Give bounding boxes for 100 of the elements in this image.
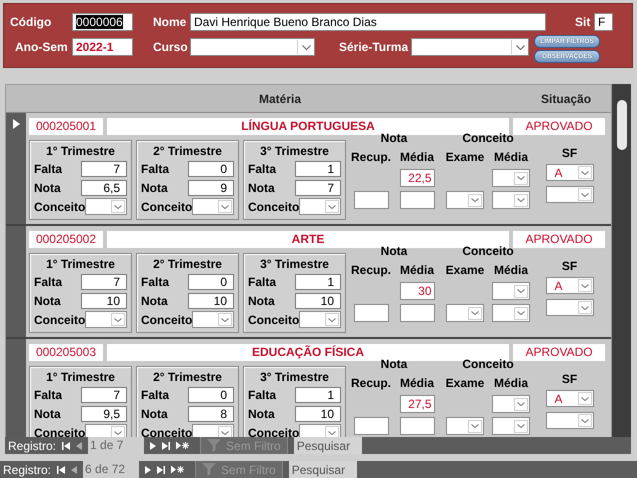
concept-dropdown[interactable] <box>299 311 341 328</box>
new-record-icon[interactable] <box>176 441 190 450</box>
chevron-down-icon <box>517 402 525 406</box>
panel-title: 3° Trimestre <box>259 369 330 385</box>
recovery-field[interactable] <box>354 304 388 322</box>
absences-field[interactable]: 0 <box>188 160 234 176</box>
panel-title: 1° Trimestre <box>45 256 116 272</box>
grade-field[interactable]: 6,5 <box>81 180 127 196</box>
search-field[interactable]: Pesquisar <box>288 461 357 478</box>
field-label: Nota <box>141 180 168 194</box>
concept-dropdown[interactable] <box>446 304 484 322</box>
field-label: Falta <box>34 162 62 176</box>
concept-dropdown[interactable] <box>85 198 127 215</box>
absences-field[interactable]: 1 <box>295 160 341 176</box>
absences-field[interactable]: 1 <box>295 274 341 290</box>
field-label: Média <box>400 262 434 278</box>
field-label: Conceito <box>34 312 86 326</box>
concept-dropdown[interactable] <box>299 424 341 438</box>
absences-field[interactable]: 7 <box>81 386 127 402</box>
grade-field[interactable]: 10 <box>295 406 341 422</box>
concept-dropdown[interactable] <box>492 304 530 322</box>
first-record-icon[interactable] <box>62 442 70 450</box>
final-grade-field[interactable] <box>400 304 434 322</box>
subject-code-field: 000205002 <box>29 231 103 248</box>
concept-dropdown[interactable] <box>492 282 530 300</box>
next-record-icon[interactable] <box>150 442 156 450</box>
field-label: Recup. <box>350 149 391 165</box>
absences-field[interactable]: 0 <box>188 274 234 290</box>
code-field[interactable]: 0000006 <box>72 13 133 31</box>
final-grade-field[interactable] <box>400 417 434 435</box>
term-field[interactable]: 2022-1 <box>72 38 133 56</box>
concept-dropdown[interactable] <box>85 424 127 438</box>
field-label: Nota <box>248 406 275 420</box>
final-status-dropdown[interactable] <box>546 186 594 203</box>
grade-field[interactable]: 9,5 <box>81 406 127 422</box>
filter-icon <box>202 463 216 476</box>
search-field[interactable]: Pesquisar <box>294 437 362 454</box>
grade-field[interactable]: 10 <box>295 292 341 308</box>
record-position-field[interactable]: 1 de 7 <box>88 437 144 454</box>
grade-field[interactable]: 10 <box>81 292 127 308</box>
concept-dropdown[interactable] <box>446 417 484 435</box>
average-field: 27,5 <box>400 395 434 413</box>
final-status-dropdown[interactable] <box>546 299 594 316</box>
grade-field[interactable]: 7 <box>295 180 341 196</box>
final-grade-field[interactable] <box>400 191 434 209</box>
previous-record-icon[interactable] <box>76 442 82 450</box>
concept-dropdown[interactable] <box>85 311 127 328</box>
field-label: Conceito <box>141 426 192 438</box>
nav-label: Registro: <box>7 438 56 452</box>
first-record-icon[interactable] <box>57 466 66 474</box>
field-label: Recup. <box>350 375 391 391</box>
concept-dropdown[interactable] <box>192 311 234 328</box>
final-status-dropdown[interactable] <box>546 412 594 429</box>
chevron-down-icon <box>328 204 336 208</box>
class-dropdown[interactable] <box>411 38 529 56</box>
concept-dropdown[interactable] <box>492 191 530 209</box>
status-field[interactable]: F <box>594 13 613 31</box>
final-status-dropdown[interactable]: A <box>546 390 594 407</box>
field-label: Falta <box>141 388 170 402</box>
concept-dropdown[interactable] <box>446 191 484 209</box>
field-label: Nota <box>141 294 168 308</box>
field-label: Conceito <box>34 426 86 438</box>
concept-dropdown[interactable] <box>492 169 530 187</box>
chevron-down-icon <box>328 430 336 434</box>
next-record-icon[interactable] <box>145 466 152 474</box>
field-label: Ano-Sem <box>14 39 69 56</box>
final-status-dropdown[interactable]: A <box>546 277 594 294</box>
chevron-down-icon <box>471 198 479 202</box>
recovery-field[interactable] <box>354 191 388 209</box>
concept-dropdown[interactable] <box>192 198 234 215</box>
panel-title: 3° Trimestre <box>259 143 330 159</box>
absences-field[interactable]: 7 <box>81 274 127 290</box>
concept-dropdown[interactable] <box>192 424 234 438</box>
last-record-icon[interactable] <box>157 466 166 474</box>
chevron-down-icon <box>580 418 588 422</box>
chevron-down-icon <box>580 306 588 310</box>
chevron-down-icon <box>114 318 122 322</box>
name-field[interactable]: Davi Henrique Bueno Branco Dias <box>190 13 546 31</box>
last-record-icon[interactable] <box>162 442 170 450</box>
concept-dropdown[interactable] <box>299 198 341 215</box>
previous-record-icon[interactable] <box>71 466 78 474</box>
recovery-field[interactable] <box>354 417 388 435</box>
absences-field[interactable]: 7 <box>81 160 127 176</box>
concept-dropdown[interactable] <box>492 395 530 413</box>
concept-dropdown[interactable] <box>492 417 530 435</box>
absences-field[interactable]: 1 <box>295 386 341 402</box>
field-label: Curso <box>153 39 189 56</box>
final-status-dropdown[interactable]: A <box>546 164 594 181</box>
scrollbar[interactable] <box>612 84 631 437</box>
grade-field[interactable]: 8 <box>188 406 234 422</box>
grade-field[interactable]: 9 <box>188 180 234 196</box>
chevron-down-icon <box>471 424 479 428</box>
absences-field[interactable]: 0 <box>188 386 234 402</box>
group-title: SF <box>562 146 578 160</box>
course-dropdown[interactable] <box>190 38 315 56</box>
record-position-field[interactable]: 6 de 72 <box>83 461 140 478</box>
field-label: Nome <box>153 15 188 29</box>
grade-field[interactable]: 10 <box>188 292 234 308</box>
chevron-down-icon <box>302 44 310 50</box>
new-record-icon[interactable] <box>171 465 186 474</box>
